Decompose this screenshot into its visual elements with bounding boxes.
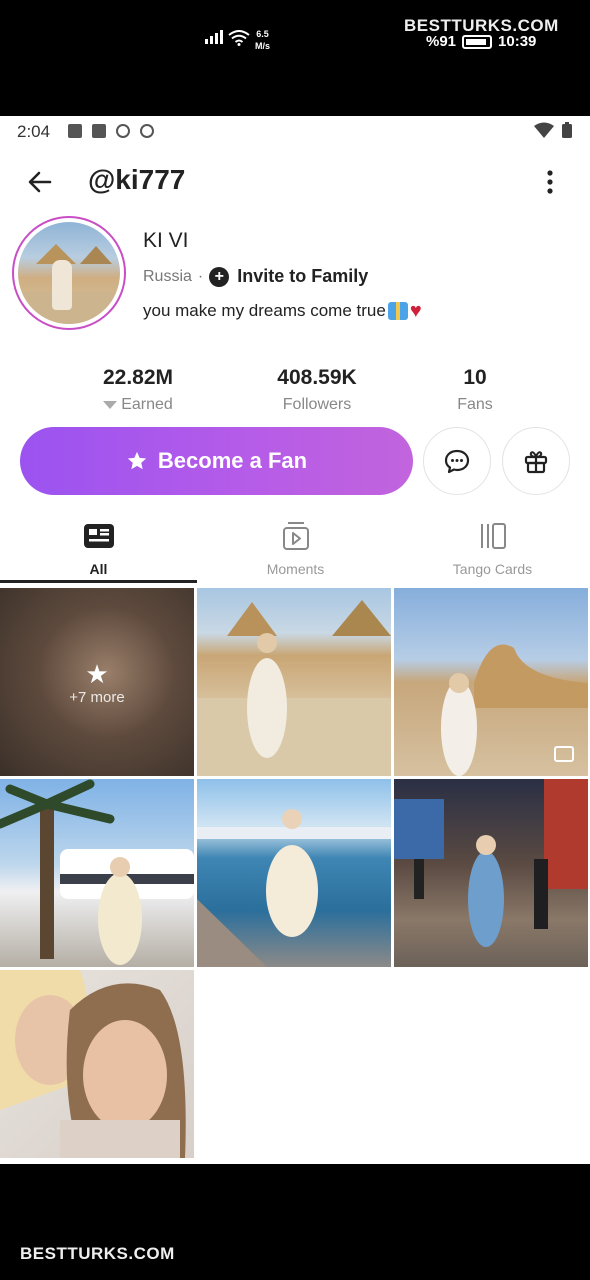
- stat-label: Followers: [282, 396, 352, 413]
- media-tile[interactable]: [394, 588, 588, 776]
- media-tile[interactable]: [197, 588, 391, 776]
- active-tab-indicator: [0, 580, 197, 583]
- stat-value: 10: [463, 366, 487, 389]
- locked-more-label: +7 more: [69, 688, 125, 706]
- media-tile[interactable]: [394, 779, 588, 967]
- profile-meta: Russia · + Invite to Family: [143, 266, 368, 287]
- stat-label: Fans: [457, 396, 493, 413]
- invite-label: Invite to Family: [237, 266, 369, 286]
- locked-star-icon: ★: [85, 658, 109, 689]
- stat-followers[interactable]: 408.59K Followers: [262, 366, 372, 414]
- profile-name: KI VI: [143, 229, 189, 252]
- pyramid-photo: [197, 600, 391, 776]
- battery-icon: [462, 34, 493, 49]
- clock: 10:39: [498, 33, 537, 50]
- locked-media-tile[interactable]: ★ +7 more: [0, 588, 194, 776]
- message-button[interactable]: [423, 427, 491, 495]
- heart-emoji-icon: ♥: [409, 300, 422, 322]
- multi-photo-icon: [554, 746, 574, 762]
- become-fan-button[interactable]: Become a Fan: [20, 427, 413, 495]
- profile-bio: you make my dreams come true ♥: [143, 301, 422, 321]
- media-tile[interactable]: [197, 779, 391, 967]
- profile-header: @ki777: [0, 156, 590, 206]
- play-stack-icon: [282, 522, 309, 550]
- circle-notification-icon-2: [140, 124, 154, 138]
- profile-card-icon: [83, 524, 114, 548]
- app-notification-icon: [92, 124, 106, 138]
- outer-status-bar: 6.5 M/s BESTTURKS.COM %91 10:39: [0, 0, 590, 116]
- outer-battery-clock: %91 10:39: [426, 33, 536, 50]
- media-tile[interactable]: [0, 779, 194, 967]
- selfie-photo: [0, 970, 186, 1158]
- gift-emoji-icon: [387, 302, 408, 320]
- gift-button[interactable]: [502, 427, 570, 495]
- become-fan-label: Become a Fan: [157, 448, 308, 473]
- avatar[interactable]: [12, 216, 126, 330]
- tab-label: Moments: [266, 561, 325, 577]
- gift-icon: [524, 451, 548, 474]
- cards-icon: [480, 523, 506, 549]
- app-frame: 6.5 M/s BESTTURKS.COM %91 10:39 2:04 @ki…: [0, 0, 590, 1280]
- battery-percent: %91: [426, 33, 457, 50]
- bio-text: you make my dreams come true: [143, 301, 386, 320]
- plus-icon: +: [209, 266, 230, 287]
- content-tabs: All Moments Tango Cards: [0, 521, 590, 583]
- battery-status-icon: [562, 122, 572, 138]
- stat-value: 408.59K: [277, 366, 357, 389]
- tab-tango-cards[interactable]: Tango Cards: [394, 521, 590, 583]
- image-notification-icon: [68, 124, 82, 138]
- more-options-icon[interactable]: [540, 168, 560, 196]
- network-speed: 6.5 M/s: [255, 29, 271, 51]
- wifi-status-icon: [534, 122, 554, 138]
- profile-screen: 2:04 @ki777 KI VI Russia · + Invite to F…: [0, 116, 590, 1164]
- status-time: 2:04: [17, 122, 51, 141]
- chat-bubble-icon: [444, 449, 470, 474]
- street-night-photo: [394, 779, 588, 947]
- diamond-icon: [103, 401, 118, 409]
- media-tile[interactable]: [0, 970, 194, 1158]
- stat-value: 22.82M: [102, 366, 174, 389]
- circle-notification-icon: [116, 124, 130, 138]
- profile-handle: @ki777: [88, 164, 186, 195]
- profile-stats: 22.82M Earned 408.59K Followers 10 Fans: [0, 366, 590, 422]
- star-icon: [127, 451, 147, 470]
- stat-earned: 22.82M Earned: [88, 366, 188, 414]
- wifi-icon: [228, 30, 250, 46]
- tab-label: Tango Cards: [452, 561, 533, 577]
- status-bar: 2:04: [0, 116, 590, 146]
- tab-all[interactable]: All: [0, 521, 197, 583]
- watermark-bottom: BESTTURKS.COM: [20, 1244, 175, 1263]
- yacht-palm-photo: [0, 779, 194, 965]
- back-arrow-icon[interactable]: [26, 168, 54, 196]
- outer-bottom-bar: BESTTURKS.COM: [0, 1164, 590, 1280]
- tab-label: All: [89, 561, 108, 577]
- profile-country: Russia: [143, 267, 192, 285]
- meta-separator: ·: [197, 267, 204, 285]
- tab-moments[interactable]: Moments: [197, 521, 394, 583]
- harbor-photo: [197, 809, 391, 967]
- stat-fans[interactable]: 10 Fans: [440, 366, 510, 414]
- stat-label: Earned: [121, 396, 173, 413]
- signal-icon: [205, 30, 223, 44]
- invite-to-family-button[interactable]: + Invite to Family: [209, 266, 368, 287]
